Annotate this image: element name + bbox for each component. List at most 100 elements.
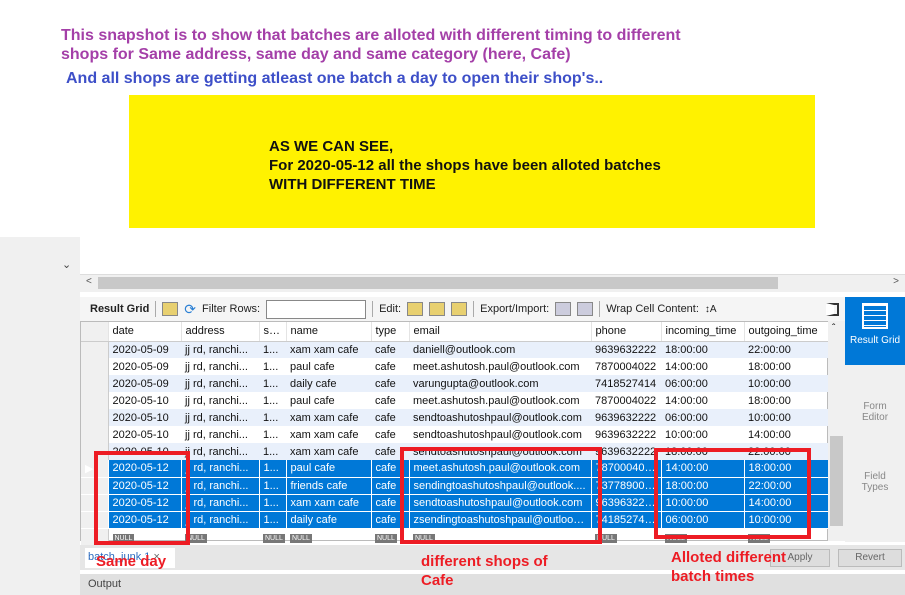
cell-name[interactable]: paul cafe [286, 392, 371, 409]
row-header[interactable] [81, 358, 109, 375]
table-row[interactable]: 2020-05-10 jj rd, ranchi... 1... paul cafe c… [81, 392, 829, 409]
form-editor-button[interactable]: Form Editor [850, 401, 900, 423]
cell-address[interactable]: jj rd, ranchi... [181, 358, 259, 375]
column-header[interactable]: address [181, 322, 260, 342]
column-header[interactable]: date [108, 322, 182, 342]
cell-address[interactable]: jj rd, ranchi... [181, 392, 259, 409]
null-cell[interactable]: NULL [181, 528, 259, 545]
cell-name[interactable]: friends cafe [286, 477, 372, 495]
refresh-icon[interactable]: ⟳ [184, 301, 196, 318]
cell-incoming_time[interactable]: 10:00:00 [661, 426, 744, 443]
column-header[interactable]: email [409, 322, 592, 342]
cell-type[interactable]: cafe [371, 392, 409, 409]
cell-shop[interactable]: 1... [259, 511, 287, 529]
table-row[interactable]: 2020-05-10 jj rd, ranchi... 1... xam xam ca… [81, 409, 829, 426]
row-header[interactable] [81, 375, 109, 392]
edit-pencil-icon[interactable] [407, 302, 424, 316]
cell-email[interactable]: sendtoashutoshpaul@outlook.com [409, 409, 591, 426]
column-header[interactable]: name [286, 322, 372, 342]
result-grid-view-button[interactable]: Result Grid [845, 297, 905, 365]
cell-name[interactable]: paul cafe [286, 358, 371, 375]
chevron-down-icon[interactable]: ⌄ [62, 258, 71, 271]
cell-shop[interactable]: 1... [259, 341, 286, 358]
cell-type[interactable]: cafe [371, 426, 409, 443]
cell-phone[interactable]: 9639632222 [591, 341, 661, 358]
cell-shop[interactable]: 1... [259, 375, 286, 392]
cell-shop[interactable]: 1... [259, 409, 286, 426]
cell-name[interactable]: paul cafe [286, 460, 372, 478]
table-row[interactable]: 2020-05-10 jj rd, ranchi... 1... xam xam ca… [81, 426, 829, 443]
toggle-panel-icon[interactable] [826, 302, 839, 316]
cell-shop[interactable]: 1... [259, 460, 287, 478]
cell-date[interactable]: 2020-05-09 [108, 341, 181, 358]
cell-name[interactable]: daily cafe [286, 511, 372, 529]
cell-name[interactable]: daily cafe [286, 375, 371, 392]
cell-outgoing_time[interactable]: 22:00:00 [744, 341, 829, 358]
cell-outgoing_time[interactable]: 14:00:00 [744, 426, 829, 443]
cell-outgoing_time[interactable]: 10:00:00 [744, 409, 829, 426]
cell-address[interactable]: jj rd, ranchi... [181, 494, 260, 512]
import-icon[interactable] [577, 302, 594, 316]
cell-email[interactable]: varungupta@outlook.com [409, 375, 591, 392]
cell-address[interactable]: jj rd, ranchi... [181, 375, 259, 392]
cell-date[interactable]: 2020-05-10 [108, 392, 181, 409]
cell-date[interactable]: 2020-05-09 [108, 375, 181, 392]
cell-email[interactable]: meet.ashutosh.paul@outlook.com [409, 358, 591, 375]
cell-phone[interactable]: 9639632222 [591, 409, 661, 426]
table-row[interactable]: 2020-05-09 jj rd, ranchi... 1... daily cafe… [81, 375, 829, 392]
cell-address[interactable]: jj rd, ranchi... [181, 477, 260, 495]
cell-address[interactable]: jj rd, ranchi... [181, 409, 259, 426]
cell-incoming_time[interactable]: 18:00:00 [661, 341, 744, 358]
row-header[interactable] [81, 409, 109, 426]
cell-type[interactable]: cafe [371, 358, 409, 375]
cell-shop[interactable]: 1... [259, 494, 287, 512]
column-header[interactable]: shop [259, 322, 287, 342]
cell-phone[interactable]: 7870004022 [591, 358, 661, 375]
revert-button[interactable]: Revert [838, 549, 902, 567]
table-row[interactable]: 2020-05-09 jj rd, ranchi... 1... xam xam ca… [81, 341, 829, 358]
export-icon[interactable] [555, 302, 572, 316]
cell-name[interactable]: xam xam cafe [286, 409, 371, 426]
cell-shop[interactable]: 1... [259, 443, 286, 460]
cell-shop[interactable]: 1... [259, 392, 286, 409]
cell-email[interactable]: daniell@outlook.com [409, 341, 591, 358]
cell-type[interactable]: cafe [371, 375, 409, 392]
row-header[interactable] [81, 392, 109, 409]
cell-name[interactable]: xam xam cafe [286, 494, 372, 512]
wrap-cell-icon[interactable]: ↕A [705, 304, 717, 315]
row-header[interactable] [81, 341, 109, 358]
cell-phone[interactable]: 7418527414 [591, 375, 661, 392]
cell-type[interactable]: cafe [371, 409, 409, 426]
cell-date[interactable]: 2020-05-10 [108, 426, 181, 443]
cell-incoming_time[interactable]: 06:00:00 [661, 375, 744, 392]
vertical-scrollbar[interactable]: ˆ [828, 321, 845, 541]
column-header[interactable]: outgoing_time [744, 322, 830, 342]
cell-name[interactable]: xam xam cafe [286, 426, 371, 443]
cell-outgoing_time[interactable]: 10:00:00 [744, 375, 829, 392]
row-header[interactable] [81, 426, 109, 443]
cell-address[interactable]: jj rd, ranchi... [181, 443, 259, 460]
cell-address[interactable]: jj rd, ranchi... [181, 511, 260, 529]
cell-incoming_time[interactable]: 14:00:00 [661, 392, 744, 409]
table-row[interactable]: 2020-05-09 jj rd, ranchi... 1... paul cafe c… [81, 358, 829, 375]
column-header[interactable]: type [371, 322, 410, 342]
cell-type[interactable]: cafe [371, 341, 409, 358]
cell-shop[interactable]: 1... [259, 358, 286, 375]
cell-incoming_time[interactable]: 06:00:00 [661, 409, 744, 426]
null-cell[interactable]: NULL [259, 528, 286, 545]
column-header[interactable]: incoming_time [661, 322, 745, 342]
null-cell[interactable]: NULL [286, 528, 371, 545]
cell-email[interactable]: sendtoashutoshpaul@outlook.com [409, 426, 591, 443]
cell-outgoing_time[interactable]: 18:00:00 [744, 392, 829, 409]
add-row-icon[interactable] [429, 302, 446, 316]
cell-date[interactable]: 2020-05-10 [108, 409, 181, 426]
cell-phone[interactable]: 9639632222 [591, 426, 661, 443]
column-header[interactable]: phone [591, 322, 662, 342]
grid-columns-icon[interactable] [162, 302, 179, 316]
cell-shop[interactable]: 1... [259, 426, 286, 443]
cell-name[interactable]: xam xam cafe [286, 443, 371, 460]
filter-rows-input[interactable] [266, 299, 367, 319]
cell-outgoing_time[interactable]: 18:00:00 [744, 358, 829, 375]
cell-shop[interactable]: 1... [259, 477, 287, 495]
cell-email[interactable]: meet.ashutosh.paul@outlook.com [409, 392, 591, 409]
